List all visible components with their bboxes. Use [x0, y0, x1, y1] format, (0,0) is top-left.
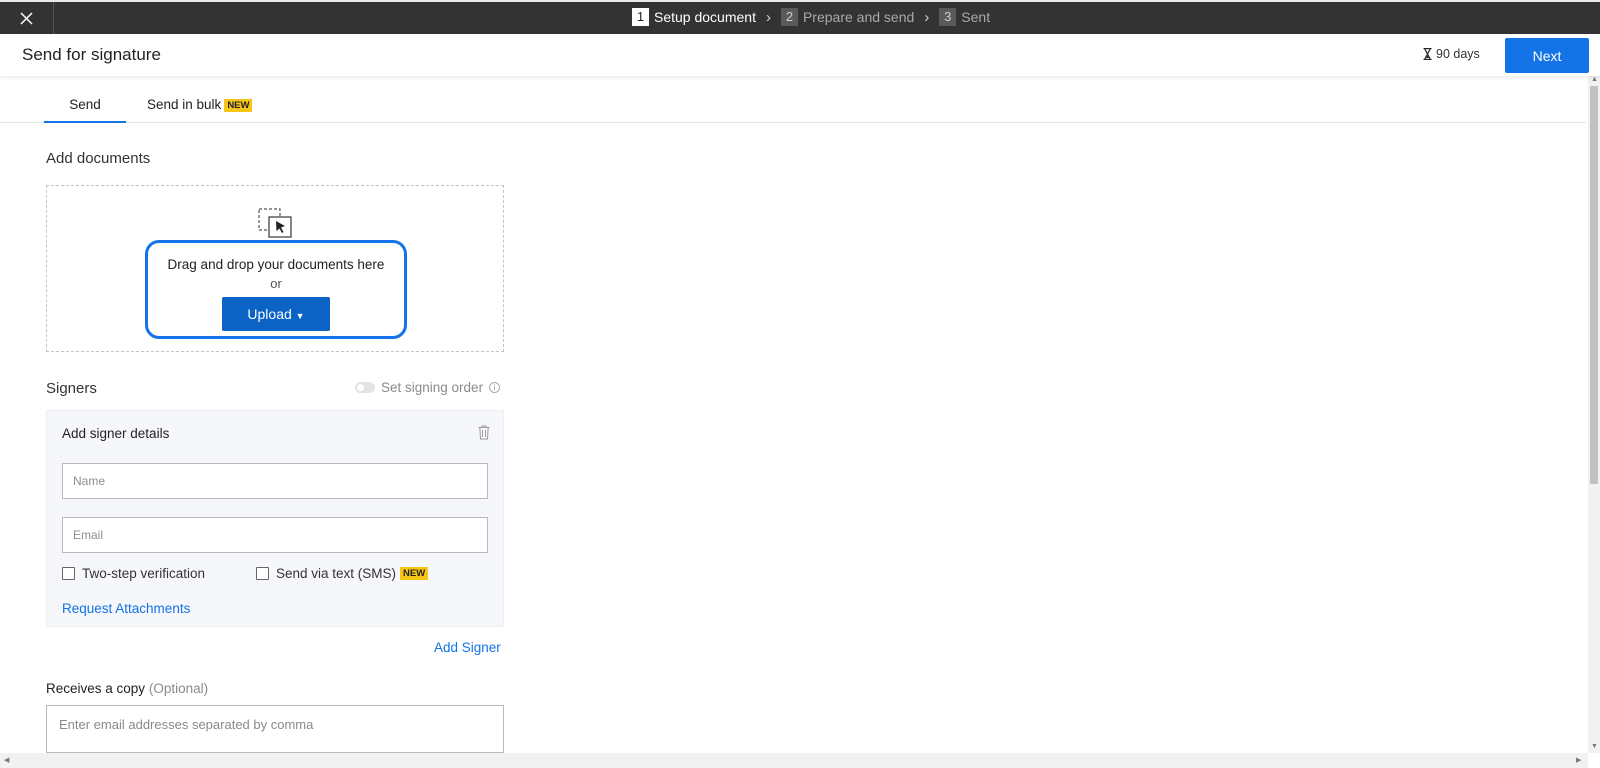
top-bar: 1 Setup document › 2 Prepare and send › … — [0, 0, 1600, 34]
drop-focus-area: Drag and drop your documents here or Upl… — [145, 240, 407, 339]
cc-email-field[interactable] — [46, 705, 504, 753]
next-button[interactable]: Next — [1505, 38, 1589, 73]
signing-order-control[interactable]: Set signing order i — [355, 380, 501, 395]
step-number: 1 — [632, 8, 649, 26]
tab-label: Send in bulk — [147, 97, 222, 112]
sms-checkbox[interactable] — [256, 567, 269, 580]
scroll-left-icon[interactable]: ◀ — [4, 756, 9, 764]
document-drop-zone[interactable]: Drag and drop your documents here or Upl… — [46, 185, 504, 352]
drop-instructions: Drag and drop your documents here — [167, 257, 385, 272]
request-attachments-link[interactable]: Request Attachments — [62, 601, 190, 616]
hourglass-icon — [1423, 48, 1432, 60]
two-step-verification-option[interactable]: Two-step verification — [62, 566, 205, 581]
vertical-scroll-thumb[interactable] — [1590, 86, 1598, 484]
two-step-checkbox[interactable] — [62, 567, 75, 580]
expiry-days: 90 days — [1436, 47, 1480, 61]
receives-copy-label: Receives a copy (Optional) — [46, 681, 208, 696]
page-header: Send for signature 90 days Next — [0, 34, 1600, 76]
receives-copy-text: Receives a copy — [46, 681, 146, 696]
signer-name-field[interactable] — [62, 463, 488, 499]
step-label: Sent — [961, 9, 991, 25]
trash-icon[interactable] — [478, 425, 490, 440]
new-badge: NEW — [400, 567, 429, 580]
signing-order-label: Set signing order — [381, 380, 484, 395]
new-badge: NEW — [224, 99, 253, 112]
step-sent: 3 Sent — [939, 8, 990, 26]
caret-down-icon: ▼ — [295, 311, 305, 321]
send-tabs: Send Send in bulk NEW — [0, 88, 1586, 123]
close-button[interactable] — [0, 2, 54, 34]
step-indicator: 1 Setup document › 2 Prepare and send › … — [632, 8, 990, 26]
add-signer-link[interactable]: Add Signer — [434, 640, 501, 655]
signing-order-toggle[interactable] — [355, 382, 375, 393]
step-number: 3 — [939, 8, 957, 26]
info-icon[interactable]: i — [489, 382, 501, 393]
scroll-down-icon[interactable]: ▼ — [1591, 743, 1598, 750]
chevron-right-icon: › — [924, 8, 930, 26]
optional-text: (Optional) — [148, 681, 209, 696]
sms-label: Send via text (SMS) — [276, 566, 397, 581]
scroll-up-icon[interactable]: ▲ — [1591, 76, 1598, 83]
signer-card: Add signer details Two-step verification… — [46, 410, 504, 627]
tab-send[interactable]: Send — [44, 97, 126, 123]
expiry-indicator[interactable]: 90 days — [1423, 47, 1480, 61]
sms-option[interactable]: Send via text (SMS) NEW — [256, 566, 429, 581]
horizontal-scrollbar[interactable]: ◀ ▶ — [0, 753, 1588, 768]
chevron-right-icon: › — [765, 8, 771, 26]
page-title: Send for signature — [22, 45, 161, 64]
add-documents-label: Add documents — [46, 150, 151, 167]
tab-send-in-bulk[interactable]: Send in bulk NEW — [147, 97, 253, 112]
scroll-right-icon[interactable]: ▶ — [1576, 756, 1581, 764]
step-prepare-and-send: 2 Prepare and send — [780, 8, 915, 26]
signer-email-field[interactable] — [62, 517, 488, 553]
upload-button[interactable]: Upload ▼ — [222, 297, 330, 331]
step-label: Setup document — [654, 9, 756, 25]
drag-drop-icon — [258, 208, 292, 238]
two-step-label: Two-step verification — [82, 566, 206, 581]
drop-or-text: or — [270, 276, 282, 291]
signer-card-title: Add signer details — [62, 426, 170, 441]
close-icon — [20, 11, 33, 25]
step-label: Prepare and send — [802, 9, 915, 25]
signers-label: Signers — [46, 380, 97, 397]
step-setup-document: 1 Setup document — [632, 8, 756, 26]
step-number: 2 — [780, 8, 798, 26]
upload-label: Upload — [247, 306, 292, 322]
vertical-scrollbar[interactable]: ▲ ▼ — [1588, 76, 1600, 753]
